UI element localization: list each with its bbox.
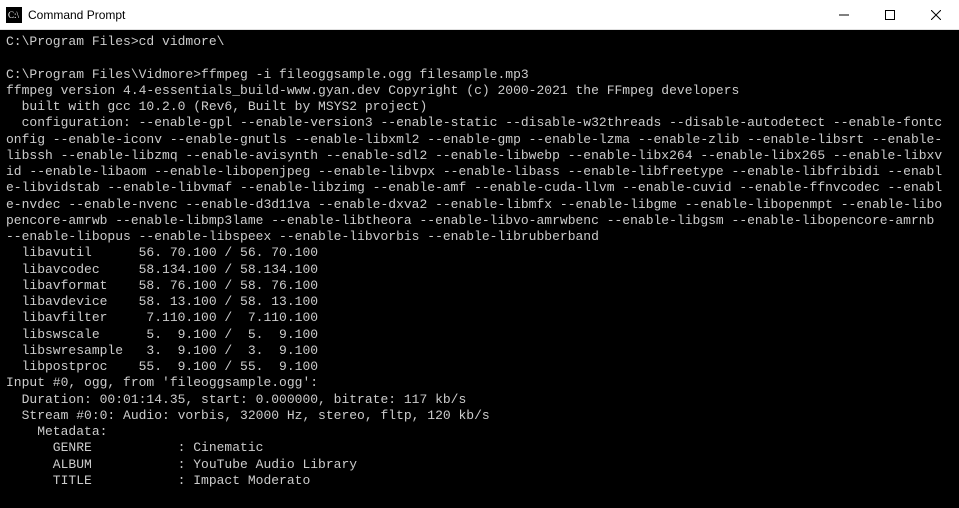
terminal-line	[6, 50, 953, 66]
window-controls	[821, 0, 959, 29]
maximize-button[interactable]	[867, 0, 913, 29]
terminal-line: Input #0, ogg, from 'fileoggsample.ogg':	[6, 375, 953, 391]
terminal-line: Stream #0:0: Audio: vorbis, 32000 Hz, st…	[6, 408, 953, 424]
close-button[interactable]	[913, 0, 959, 29]
window-title: Command Prompt	[28, 8, 821, 22]
terminal-line: --enable-libopus --enable-libspeex --ena…	[6, 229, 953, 245]
terminal-output[interactable]: C:\Program Files>cd vidmore\ C:\Program …	[0, 30, 959, 508]
terminal-line: Metadata:	[6, 424, 953, 440]
terminal-line: Duration: 00:01:14.35, start: 0.000000, …	[6, 392, 953, 408]
terminal-line: id --enable-libaom --enable-libopenjpeg …	[6, 164, 953, 180]
terminal-line: libavdevice 58. 13.100 / 58. 13.100	[6, 294, 953, 310]
terminal-line: libavcodec 58.134.100 / 58.134.100	[6, 262, 953, 278]
terminal-line: ffmpeg version 4.4-essentials_build-www.…	[6, 83, 953, 99]
terminal-line: pencore-amrwb --enable-libmp3lame --enab…	[6, 213, 953, 229]
terminal-line: libswresample 3. 9.100 / 3. 9.100	[6, 343, 953, 359]
terminal-line: onfig --enable-iconv --enable-gnutls --e…	[6, 132, 953, 148]
terminal-line: C:\Program Files\Vidmore>ffmpeg -i fileo…	[6, 67, 953, 83]
terminal-line: configuration: --enable-gpl --enable-ver…	[6, 115, 953, 131]
terminal-line: libssh --enable-libzmq --enable-avisynth…	[6, 148, 953, 164]
terminal-line: ALBUM : YouTube Audio Library	[6, 457, 953, 473]
terminal-line: GENRE : Cinematic	[6, 440, 953, 456]
minimize-button[interactable]	[821, 0, 867, 29]
window-titlebar: C:\ Command Prompt	[0, 0, 959, 30]
terminal-line: libavutil 56. 70.100 / 56. 70.100	[6, 245, 953, 261]
cmd-icon: C:\	[6, 7, 22, 23]
terminal-line: e-nvdec --enable-nvenc --enable-d3d11va …	[6, 197, 953, 213]
terminal-line: libpostproc 55. 9.100 / 55. 9.100	[6, 359, 953, 375]
svg-text:C:\: C:\	[8, 10, 20, 20]
terminal-line: libswscale 5. 9.100 / 5. 9.100	[6, 327, 953, 343]
terminal-line: TITLE : Impact Moderato	[6, 473, 953, 489]
terminal-line: e-libvidstab --enable-libvmaf --enable-l…	[6, 180, 953, 196]
terminal-line: C:\Program Files>cd vidmore\	[6, 34, 953, 50]
terminal-line: built with gcc 10.2.0 (Rev6, Built by MS…	[6, 99, 953, 115]
terminal-line: libavformat 58. 76.100 / 58. 76.100	[6, 278, 953, 294]
terminal-line: libavfilter 7.110.100 / 7.110.100	[6, 310, 953, 326]
